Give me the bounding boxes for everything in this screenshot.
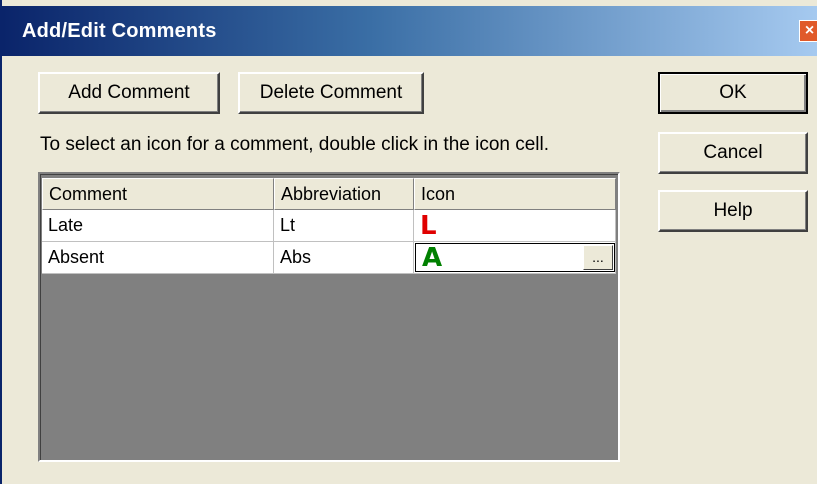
table-row[interactable]: Late Lt L bbox=[42, 210, 616, 242]
comment-cell[interactable]: Late bbox=[42, 210, 274, 242]
icon-cell-editor[interactable]: A ... bbox=[415, 243, 615, 272]
help-button[interactable]: Help bbox=[658, 190, 808, 232]
cancel-button[interactable]: Cancel bbox=[658, 132, 808, 174]
cancel-label: Cancel bbox=[703, 142, 763, 163]
icon-cell[interactable]: L bbox=[414, 210, 616, 242]
delete-comment-label: Delete Comment bbox=[259, 82, 403, 103]
ellipsis-icon: ... bbox=[592, 249, 604, 265]
table-row[interactable]: Absent Abs A ... bbox=[42, 242, 616, 274]
abbreviation-cell[interactable]: Lt bbox=[274, 210, 414, 242]
column-header-abbreviation[interactable]: Abbreviation bbox=[274, 178, 414, 210]
close-icon: × bbox=[804, 22, 815, 39]
add-comment-button[interactable]: Add Comment bbox=[38, 72, 220, 114]
close-button[interactable]: × bbox=[799, 20, 817, 42]
late-icon: L bbox=[420, 210, 437, 241]
instruction-text: To select an icon for a comment, double … bbox=[40, 134, 550, 155]
column-header-comment[interactable]: Comment bbox=[42, 178, 274, 210]
comment-cell[interactable]: Absent bbox=[42, 242, 274, 274]
icon-cell[interactable]: A ... bbox=[414, 242, 616, 274]
ok-button[interactable]: OK bbox=[658, 72, 808, 114]
comments-grid[interactable]: Comment Abbreviation Icon Late Lt L Abse… bbox=[38, 172, 620, 462]
ok-label: OK bbox=[719, 82, 747, 103]
browse-icon-button[interactable]: ... bbox=[583, 245, 613, 270]
grid-header-row: Comment Abbreviation Icon bbox=[42, 178, 616, 210]
absent-icon: A bbox=[422, 243, 443, 273]
delete-comment-button[interactable]: Delete Comment bbox=[238, 72, 424, 114]
column-header-icon[interactable]: Icon bbox=[414, 178, 616, 210]
help-label: Help bbox=[713, 200, 753, 221]
dialog-window: Add/Edit Comments × Add Comment Delete C… bbox=[0, 0, 817, 484]
dialog-title: Add/Edit Comments bbox=[22, 20, 217, 42]
add-comment-label: Add Comment bbox=[68, 82, 190, 103]
title-bar[interactable]: Add/Edit Comments × bbox=[2, 6, 817, 56]
abbreviation-cell[interactable]: Abs bbox=[274, 242, 414, 274]
